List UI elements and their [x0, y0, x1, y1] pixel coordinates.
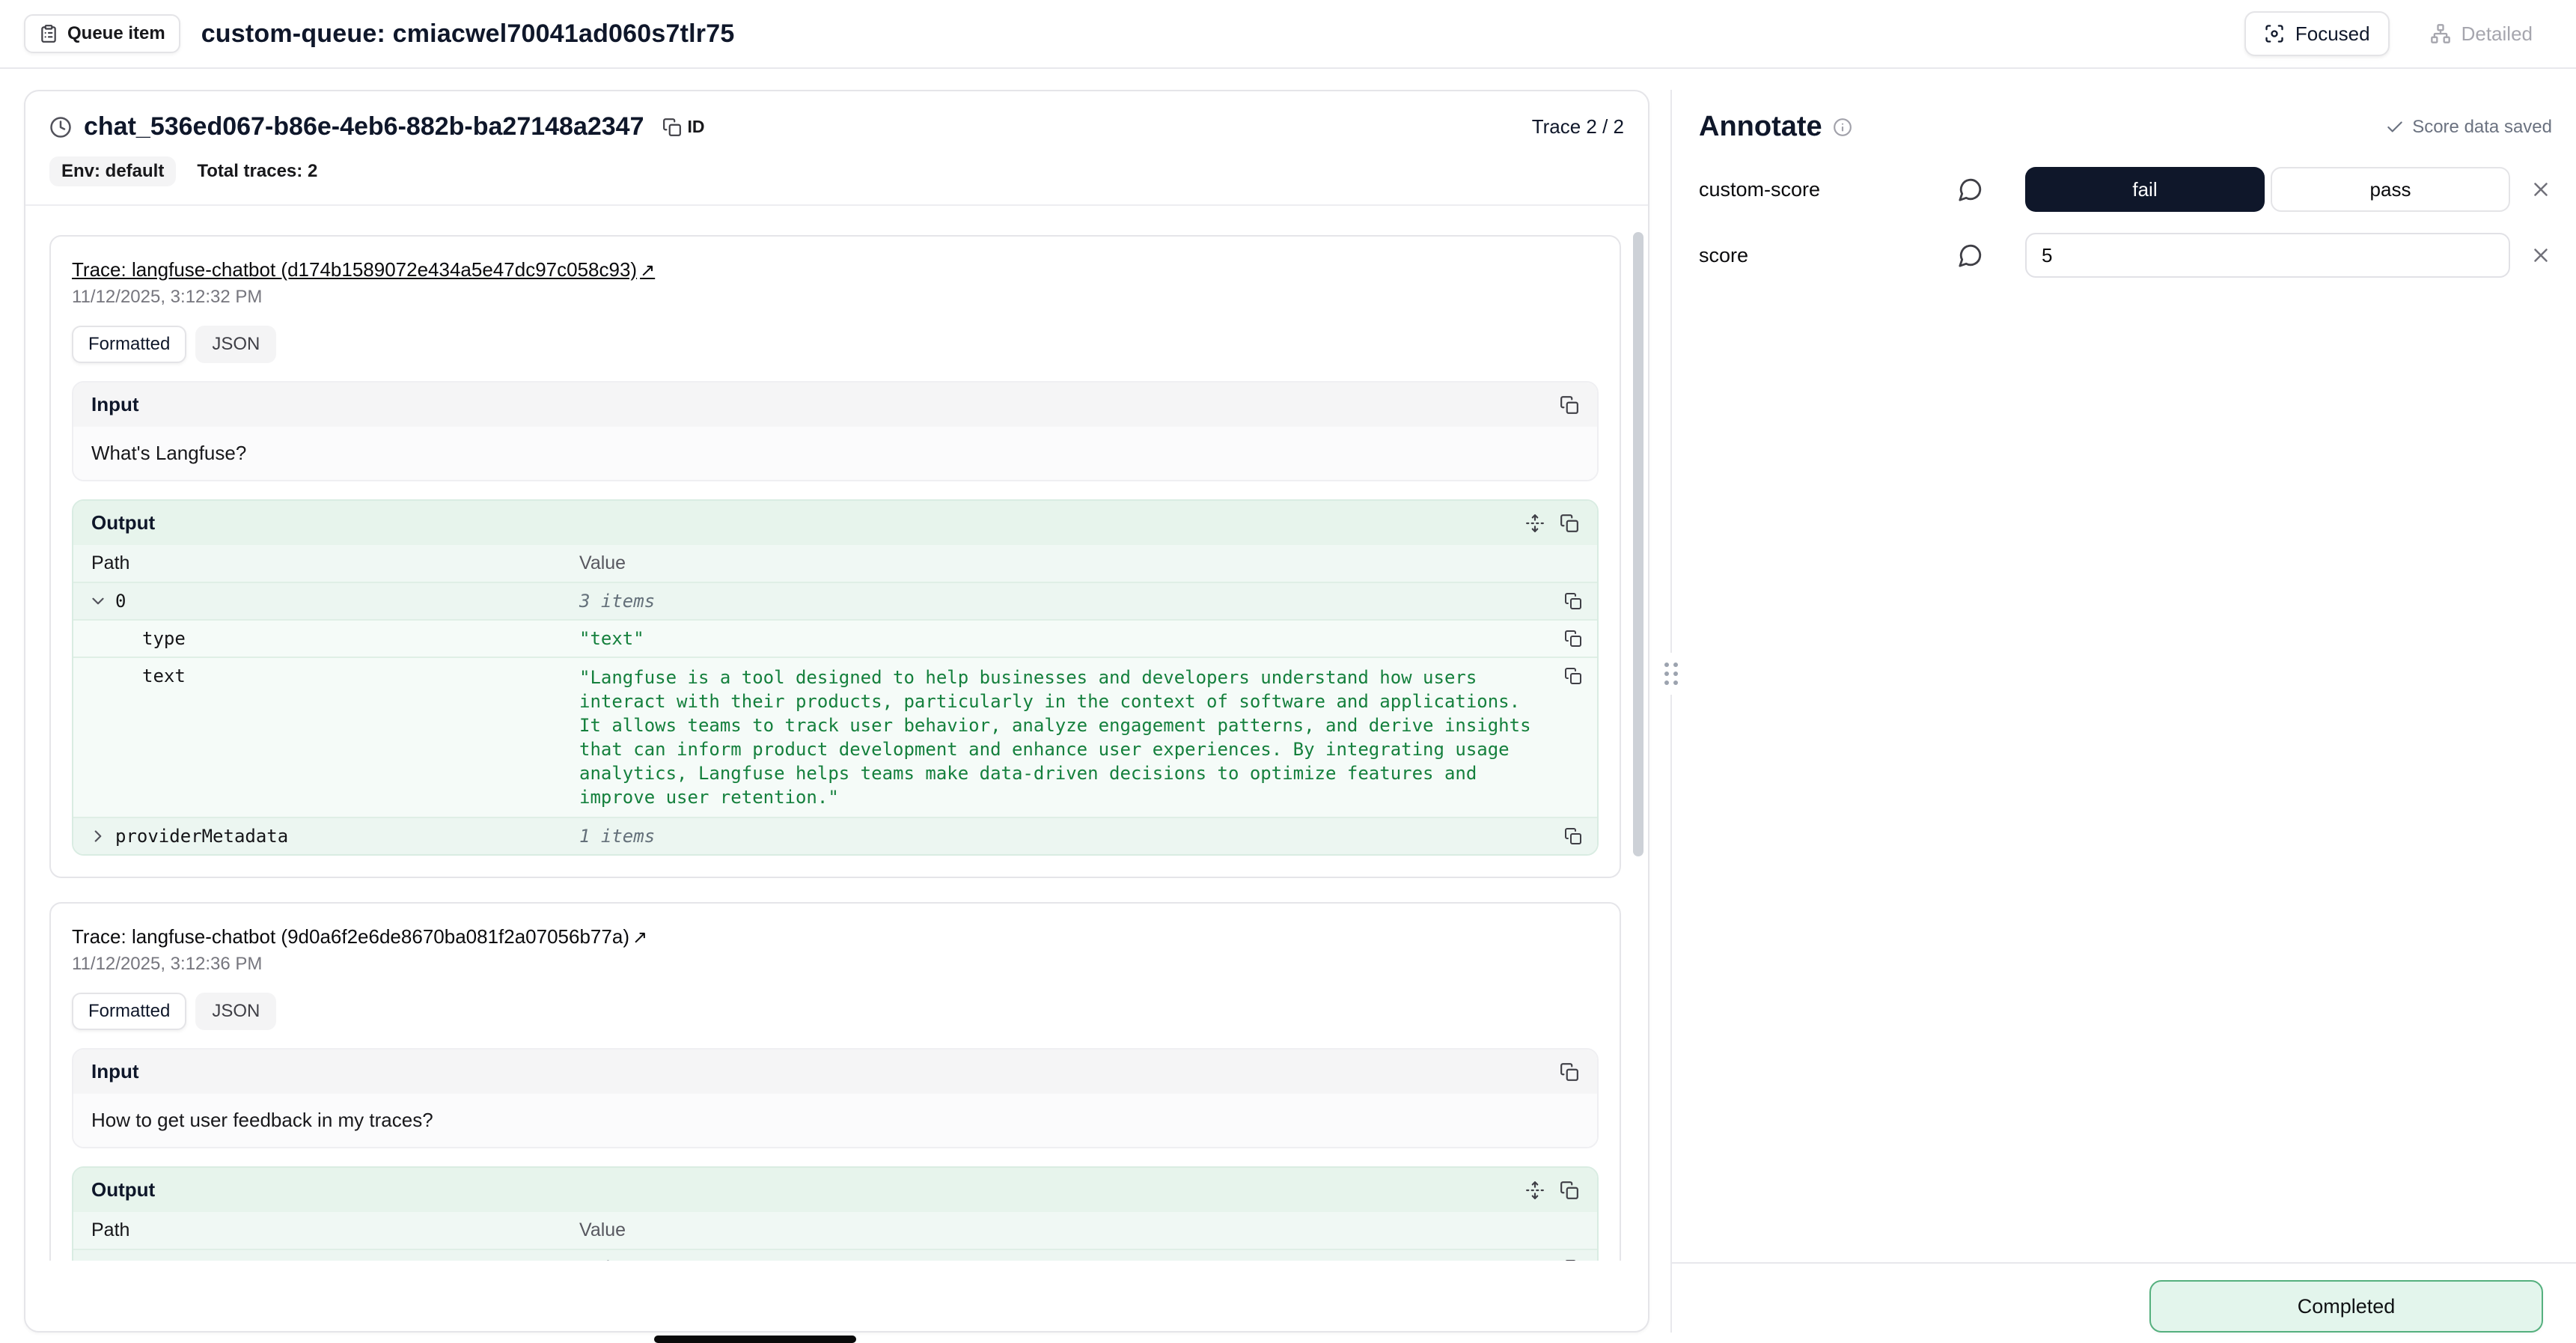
- format-tabs: Formatted JSON: [72, 326, 1599, 363]
- trace-timestamp: 11/12/2025, 3:12:36 PM: [72, 954, 1599, 975]
- close-icon[interactable]: [2530, 244, 2552, 267]
- external-link-icon: ↗: [640, 261, 655, 281]
- copy-icon: [662, 118, 682, 137]
- score-label: score: [1699, 244, 1958, 267]
- table-row: 0 3 items: [73, 582, 1597, 619]
- table-row: 0 3 items: [73, 1249, 1597, 1261]
- output-label: Output: [91, 1178, 155, 1202]
- tab-formatted[interactable]: Formatted: [72, 326, 186, 363]
- top-header: Queue item custom-queue: cmiacwel70041ad…: [0, 0, 2576, 69]
- copy-icon[interactable]: [1564, 592, 1582, 610]
- scrollbar-thumb[interactable]: [1633, 232, 1643, 856]
- env-badge: Env: default: [49, 156, 176, 186]
- network-icon: [2430, 23, 2451, 44]
- check-icon: [2385, 118, 2405, 137]
- item-header: chat_536ed067-b86e-4eb6-882b-ba27148a234…: [25, 91, 1648, 206]
- copy-icon[interactable]: [1560, 395, 1579, 415]
- input-label: Input: [91, 1060, 139, 1083]
- save-status: Score data saved: [2385, 117, 2552, 138]
- chevron-right-icon[interactable]: [88, 826, 108, 846]
- focused-view-button[interactable]: Focused: [2244, 11, 2390, 56]
- input-value: How to get user feedback in my traces?: [73, 1094, 1597, 1147]
- output-table: Path Value 0 3 items: [73, 1212, 1597, 1261]
- annotate-title: Annotate: [1699, 111, 1822, 143]
- output-label: Output: [91, 511, 155, 535]
- total-traces-label: Total traces: 2: [197, 161, 317, 182]
- focus-icon: [2264, 23, 2285, 44]
- table-header-row: Path Value: [73, 545, 1597, 582]
- input-label: Input: [91, 393, 139, 416]
- trace-card: Trace: langfuse-chatbot (9d0a6f2e6de8670…: [49, 902, 1621, 1261]
- bottom-strip: [654, 1336, 856, 1343]
- copy-icon[interactable]: [1564, 827, 1582, 845]
- chevron-down-icon[interactable]: [88, 591, 108, 611]
- score-row-custom-score: custom-score fail pass: [1699, 167, 2552, 212]
- footer-divider: [1672, 1262, 2576, 1264]
- table-row: type "text": [73, 619, 1597, 657]
- score-option-pass[interactable]: pass: [2271, 167, 2510, 212]
- resize-handle[interactable]: [1660, 653, 1682, 695]
- detailed-view-button[interactable]: Detailed: [2411, 11, 2552, 56]
- copy-icon[interactable]: [1564, 630, 1582, 648]
- app: Queue item custom-queue: cmiacwel70041ad…: [0, 0, 2576, 1343]
- external-link-icon: ↗: [632, 928, 647, 948]
- tab-json[interactable]: JSON: [195, 993, 276, 1030]
- output-table: Path Value 0 3 items: [73, 545, 1597, 854]
- comment-icon[interactable]: [1958, 177, 1983, 202]
- unfold-vertical-icon[interactable]: [1525, 1181, 1545, 1200]
- panel-divider: [1670, 90, 1672, 1333]
- table-header-row: Path Value: [73, 1212, 1597, 1249]
- trace-timestamp: 11/12/2025, 3:12:32 PM: [72, 287, 1599, 308]
- format-tabs: Formatted JSON: [72, 993, 1599, 1030]
- copy-icon[interactable]: [1564, 667, 1582, 685]
- value-header: Value: [567, 1212, 638, 1249]
- trace-card: Trace: langfuse-chatbot (d174b1589072e43…: [49, 235, 1621, 878]
- input-block: Input What's Langfuse?: [72, 381, 1599, 481]
- unfold-vertical-icon[interactable]: [1525, 514, 1545, 533]
- page-title: custom-queue: cmiacwel70041ad060s7tlr75: [201, 19, 735, 49]
- copy-icon[interactable]: [1564, 1259, 1582, 1261]
- info-icon[interactable]: [1833, 118, 1852, 137]
- score-input[interactable]: [2025, 233, 2510, 278]
- item-title: chat_536ed067-b86e-4eb6-882b-ba27148a234…: [84, 112, 644, 141]
- output-block: Output Path Value: [72, 1166, 1599, 1261]
- score-label: custom-score: [1699, 178, 1958, 201]
- tab-formatted[interactable]: Formatted: [72, 993, 186, 1030]
- score-option-fail[interactable]: fail: [2025, 167, 2265, 212]
- close-icon[interactable]: [2530, 178, 2552, 201]
- value-header: Value: [567, 545, 638, 582]
- trace-link[interactable]: Trace: langfuse-chatbot (9d0a6f2e6de8670…: [72, 925, 647, 948]
- queue-item-badge: Queue item: [24, 14, 180, 53]
- copy-id-button[interactable]: ID: [662, 117, 705, 137]
- score-row-score: score: [1699, 233, 2552, 278]
- trace-link[interactable]: Trace: langfuse-chatbot (d174b1589072e43…: [72, 258, 655, 281]
- trace-counter: Trace 2 / 2: [1532, 115, 1624, 138]
- input-value: What's Langfuse?: [73, 427, 1597, 480]
- trace-list: Trace: langfuse-chatbot (d174b1589072e43…: [25, 211, 1648, 1261]
- copy-icon[interactable]: [1560, 1062, 1579, 1082]
- queue-item-panel: chat_536ed067-b86e-4eb6-882b-ba27148a234…: [24, 90, 1649, 1333]
- output-block: Output Path Value: [72, 499, 1599, 856]
- queue-badge-label: Queue item: [67, 23, 165, 44]
- table-row: providerMetadata 1 items: [73, 817, 1597, 854]
- path-header: Path: [73, 545, 567, 582]
- comment-icon[interactable]: [1958, 243, 1983, 268]
- input-block: Input How to get user feedback in my tra…: [72, 1048, 1599, 1148]
- annotate-panel: Annotate Score data saved custom-score f…: [1699, 90, 2552, 299]
- categorical-score-options: fail pass: [2025, 167, 2510, 212]
- clipboard-list-icon: [39, 24, 58, 43]
- path-header: Path: [73, 1212, 567, 1249]
- completed-button[interactable]: Completed: [2149, 1280, 2543, 1333]
- table-row: text "Langfuse is a tool designed to hel…: [73, 657, 1597, 817]
- tab-json[interactable]: JSON: [195, 326, 276, 363]
- copy-icon[interactable]: [1560, 1181, 1579, 1200]
- copy-icon[interactable]: [1560, 514, 1579, 533]
- clock-icon: [49, 116, 72, 138]
- chevron-down-icon[interactable]: [88, 1258, 108, 1261]
